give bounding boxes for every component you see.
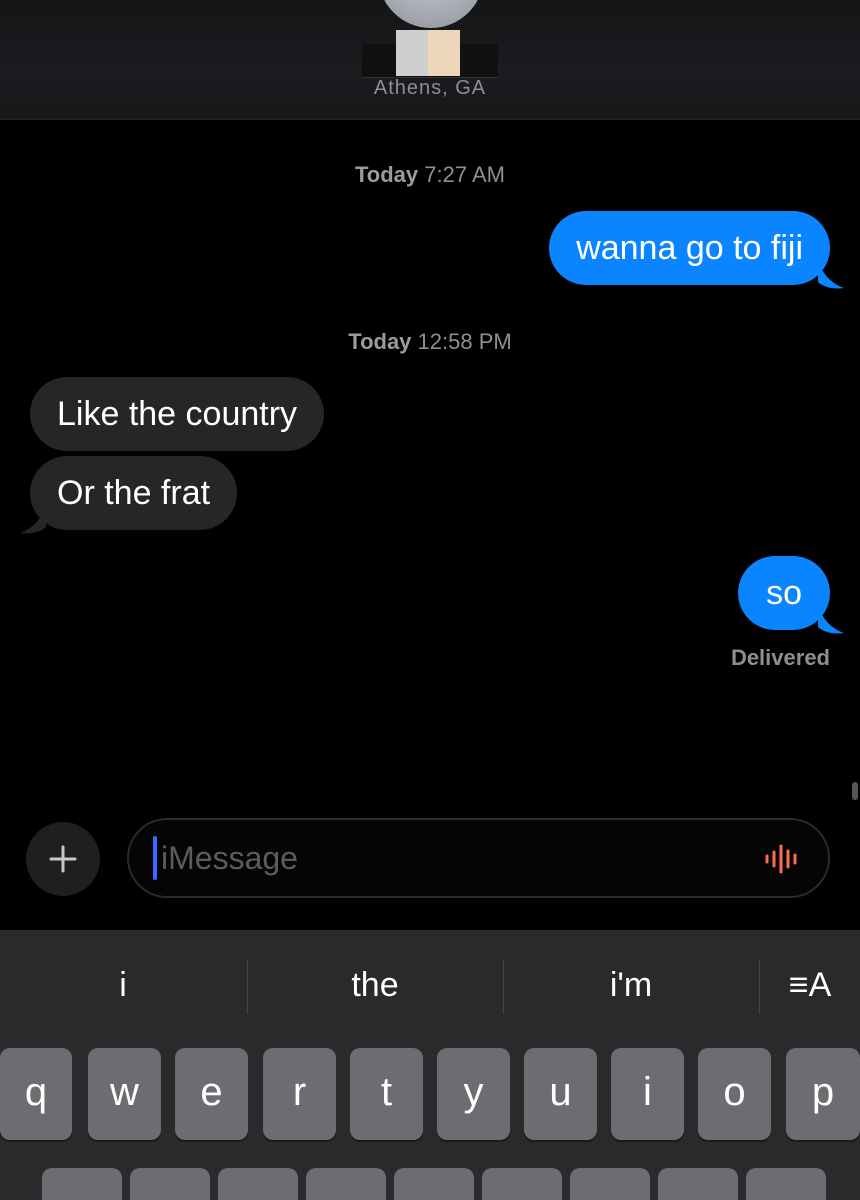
message-text: wanna go to fiji bbox=[576, 229, 803, 267]
contact-name-redacted bbox=[362, 30, 498, 78]
message-text: so bbox=[766, 574, 802, 612]
bubble-tail bbox=[818, 605, 844, 634]
key-t[interactable]: t bbox=[350, 1048, 423, 1140]
key-p[interactable]: p bbox=[786, 1048, 860, 1140]
key-r[interactable]: r bbox=[263, 1048, 336, 1140]
key-y[interactable]: y bbox=[437, 1048, 510, 1140]
message-text: Like the country bbox=[57, 395, 298, 433]
scroll-indicator[interactable] bbox=[852, 782, 858, 800]
key-w[interactable]: w bbox=[88, 1048, 161, 1140]
key-q[interactable]: q bbox=[0, 1048, 72, 1140]
predictive-bar: i the i'm ≡A bbox=[0, 930, 860, 1042]
suggestion-item[interactable]: the bbox=[248, 966, 502, 1005]
sent-message-bubble[interactable]: so bbox=[738, 556, 830, 630]
text-format-icon[interactable]: ≡A bbox=[760, 966, 860, 1005]
key-l[interactable] bbox=[746, 1168, 826, 1200]
key-j[interactable] bbox=[570, 1168, 650, 1200]
conversation-header: Athens, GA bbox=[0, 0, 860, 120]
received-message-bubble[interactable]: Or the frat bbox=[30, 456, 238, 530]
bubble-tail bbox=[20, 505, 46, 534]
delivery-status: Delivered bbox=[730, 645, 830, 670]
key-d[interactable] bbox=[218, 1168, 298, 1200]
key-e[interactable]: e bbox=[175, 1048, 248, 1140]
text-caret bbox=[153, 836, 157, 880]
key-i[interactable]: i bbox=[611, 1048, 684, 1140]
message-placeholder: iMessage bbox=[161, 840, 298, 876]
timestamp: Today 7:27 AM bbox=[355, 162, 505, 187]
key-h[interactable] bbox=[482, 1168, 562, 1200]
key-u[interactable]: u bbox=[524, 1048, 597, 1140]
keyboard: i the i'm ≡A q w e r t y u i o p bbox=[0, 930, 860, 1200]
contact-location: Athens, GA bbox=[373, 77, 487, 99]
key-a[interactable] bbox=[42, 1168, 122, 1200]
key-f[interactable] bbox=[306, 1168, 386, 1200]
plus-icon bbox=[49, 845, 77, 873]
suggestion-item[interactable]: i'm bbox=[504, 966, 758, 1005]
suggestion-item[interactable]: i bbox=[0, 966, 246, 1005]
bubble-tail bbox=[818, 260, 844, 289]
message-input[interactable]: iMessage bbox=[127, 818, 830, 898]
key-g[interactable] bbox=[394, 1168, 474, 1200]
waveform-icon[interactable] bbox=[762, 844, 804, 874]
add-attachment-button[interactable] bbox=[26, 822, 100, 896]
sent-message-bubble[interactable]: wanna go to fiji bbox=[549, 211, 830, 285]
key-s[interactable] bbox=[130, 1168, 210, 1200]
contact-avatar[interactable] bbox=[378, 0, 484, 28]
received-message-bubble[interactable]: Like the country bbox=[30, 377, 325, 451]
key-o[interactable]: o bbox=[698, 1048, 771, 1140]
key-k[interactable] bbox=[658, 1168, 738, 1200]
message-text: Or the frat bbox=[57, 474, 211, 512]
timestamp: Today 12:58 PM bbox=[348, 329, 512, 354]
